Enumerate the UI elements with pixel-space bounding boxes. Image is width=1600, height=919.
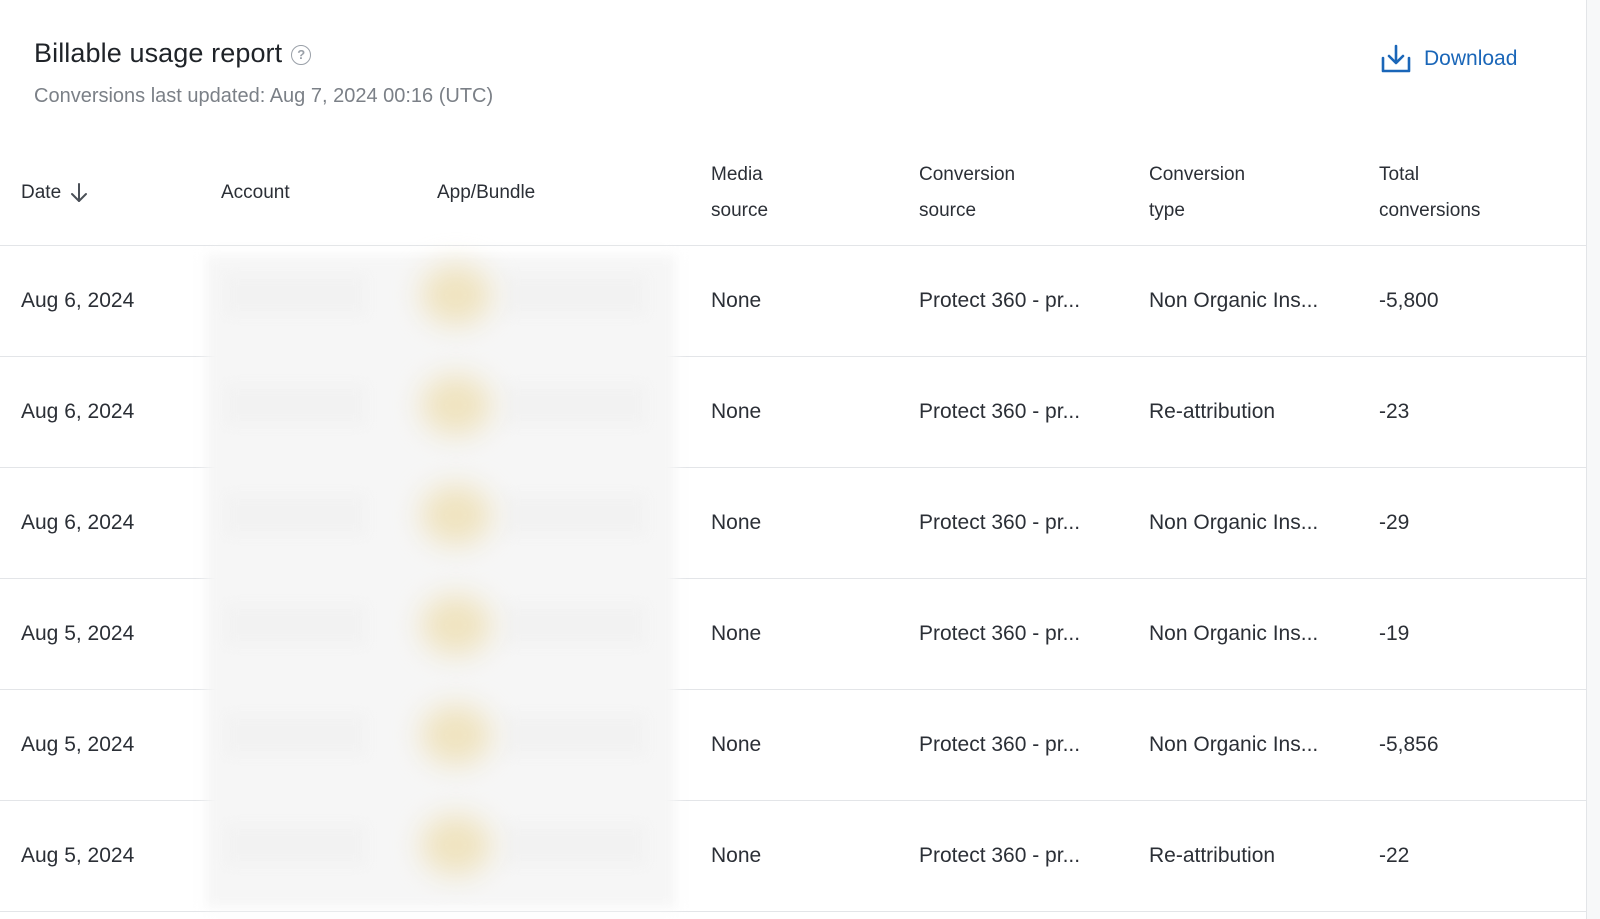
cell-conversion-source: Protect 360 - pr... [919,689,1149,801]
column-header-conversion-source-line2: source [919,199,977,221]
cell-date: Aug 6, 2024 [0,356,221,468]
cell-date: Aug 5, 2024 [0,800,221,912]
column-header-total-conversions[interactable]: Total conversions [1379,140,1586,246]
download-icon [1381,44,1411,73]
cell-media-source: None [711,689,919,801]
cell-total-conversions: -5,800 [1379,245,1586,357]
page-title: Billable usage report [34,38,283,68]
column-header-media-source-line2: source [711,199,769,221]
table-row[interactable]: Aug 6, 2024 None Protect 360 - pr... Non… [0,245,1586,357]
help-circle-icon[interactable]: ? [291,44,312,65]
download-button[interactable]: Download [1380,44,1517,74]
table-row[interactable]: Aug 6, 2024 None Protect 360 - pr... Re-… [0,356,1586,468]
cell-conversion-type: Non Organic Ins... [1149,689,1379,801]
cell-account [221,800,437,912]
cell-conversion-source: Protect 360 - pr... [919,467,1149,579]
cell-date: Aug 5, 2024 [0,578,221,690]
usage-table: Date Account App/Bundle Media source Con… [0,140,1586,912]
cell-total-conversions: -29 [1379,467,1586,579]
cell-media-source: None [711,467,919,579]
column-header-date[interactable]: Date [0,140,221,246]
cell-conversion-type: Non Organic Ins... [1149,578,1379,690]
column-header-conversion-type-line1: Conversion [1149,163,1246,185]
cell-conversion-source: Protect 360 - pr... [919,245,1149,357]
report-header: Billable usage report ? Conversions last… [34,38,493,108]
column-header-total-conversions-line1: Total [1379,163,1420,185]
cell-media-source: None [711,578,919,690]
cell-app-bundle [437,689,711,801]
cell-media-source: None [711,245,919,357]
cell-account [221,467,437,579]
cell-app-bundle [437,245,711,357]
column-header-conversion-source[interactable]: Conversion source [919,140,1149,246]
column-header-account[interactable]: Account [221,140,437,246]
column-header-media-source[interactable]: Media source [711,140,919,246]
cell-date: Aug 6, 2024 [0,467,221,579]
column-header-total-conversions-line2: conversions [1379,199,1481,221]
column-header-app-bundle[interactable]: App/Bundle [437,140,711,246]
cell-conversion-type: Re-attribution [1149,356,1379,468]
table-header-row: Date Account App/Bundle Media source Con… [0,140,1586,246]
cell-account [221,356,437,468]
cell-conversion-type: Non Organic Ins... [1149,467,1379,579]
cell-app-bundle [437,467,711,579]
column-header-conversion-type-line2: type [1149,199,1185,221]
cell-app-bundle [437,578,711,690]
table-row[interactable]: Aug 6, 2024 None Protect 360 - pr... Non… [0,467,1586,579]
cell-date: Aug 6, 2024 [0,245,221,357]
column-header-media-source-line1: Media [711,163,763,185]
cell-conversion-source: Protect 360 - pr... [919,578,1149,690]
cell-app-bundle [437,800,711,912]
table-row[interactable]: Aug 5, 2024 None Protect 360 - pr... Re-… [0,800,1586,912]
cell-total-conversions: -19 [1379,578,1586,690]
column-header-date-label: Date [21,181,62,203]
cell-date: Aug 5, 2024 [0,689,221,801]
cell-total-conversions: -22 [1379,800,1586,912]
cell-media-source: None [711,800,919,912]
cell-account [221,689,437,801]
cell-conversion-source: Protect 360 - pr... [919,800,1149,912]
cell-total-conversions: -23 [1379,356,1586,468]
table-row[interactable]: Aug 5, 2024 None Protect 360 - pr... Non… [0,578,1586,690]
last-updated-text: Conversions last updated: Aug 7, 2024 00… [34,85,494,107]
title-row: Billable usage report ? [34,38,493,69]
cell-media-source: None [711,356,919,468]
column-header-account-label: Account [221,181,290,203]
download-label: Download [1424,47,1518,70]
cell-account [221,245,437,357]
cell-total-conversions: -5,856 [1379,689,1586,801]
page-background-strip [1587,0,1600,919]
cell-app-bundle [437,356,711,468]
cell-conversion-source: Protect 360 - pr... [919,356,1149,468]
arrow-down-icon [71,182,88,202]
column-header-app-bundle-label: App/Bundle [437,181,536,203]
cell-account [221,578,437,690]
report-panel: Billable usage report ? Conversions last… [0,0,1587,919]
table-row[interactable]: Aug 5, 2024 None Protect 360 - pr... Non… [0,689,1586,801]
column-header-conversion-source-line1: Conversion [919,163,1016,185]
column-header-conversion-type[interactable]: Conversion type [1149,140,1379,246]
cell-conversion-type: Re-attribution [1149,800,1379,912]
cell-conversion-type: Non Organic Ins... [1149,245,1379,357]
